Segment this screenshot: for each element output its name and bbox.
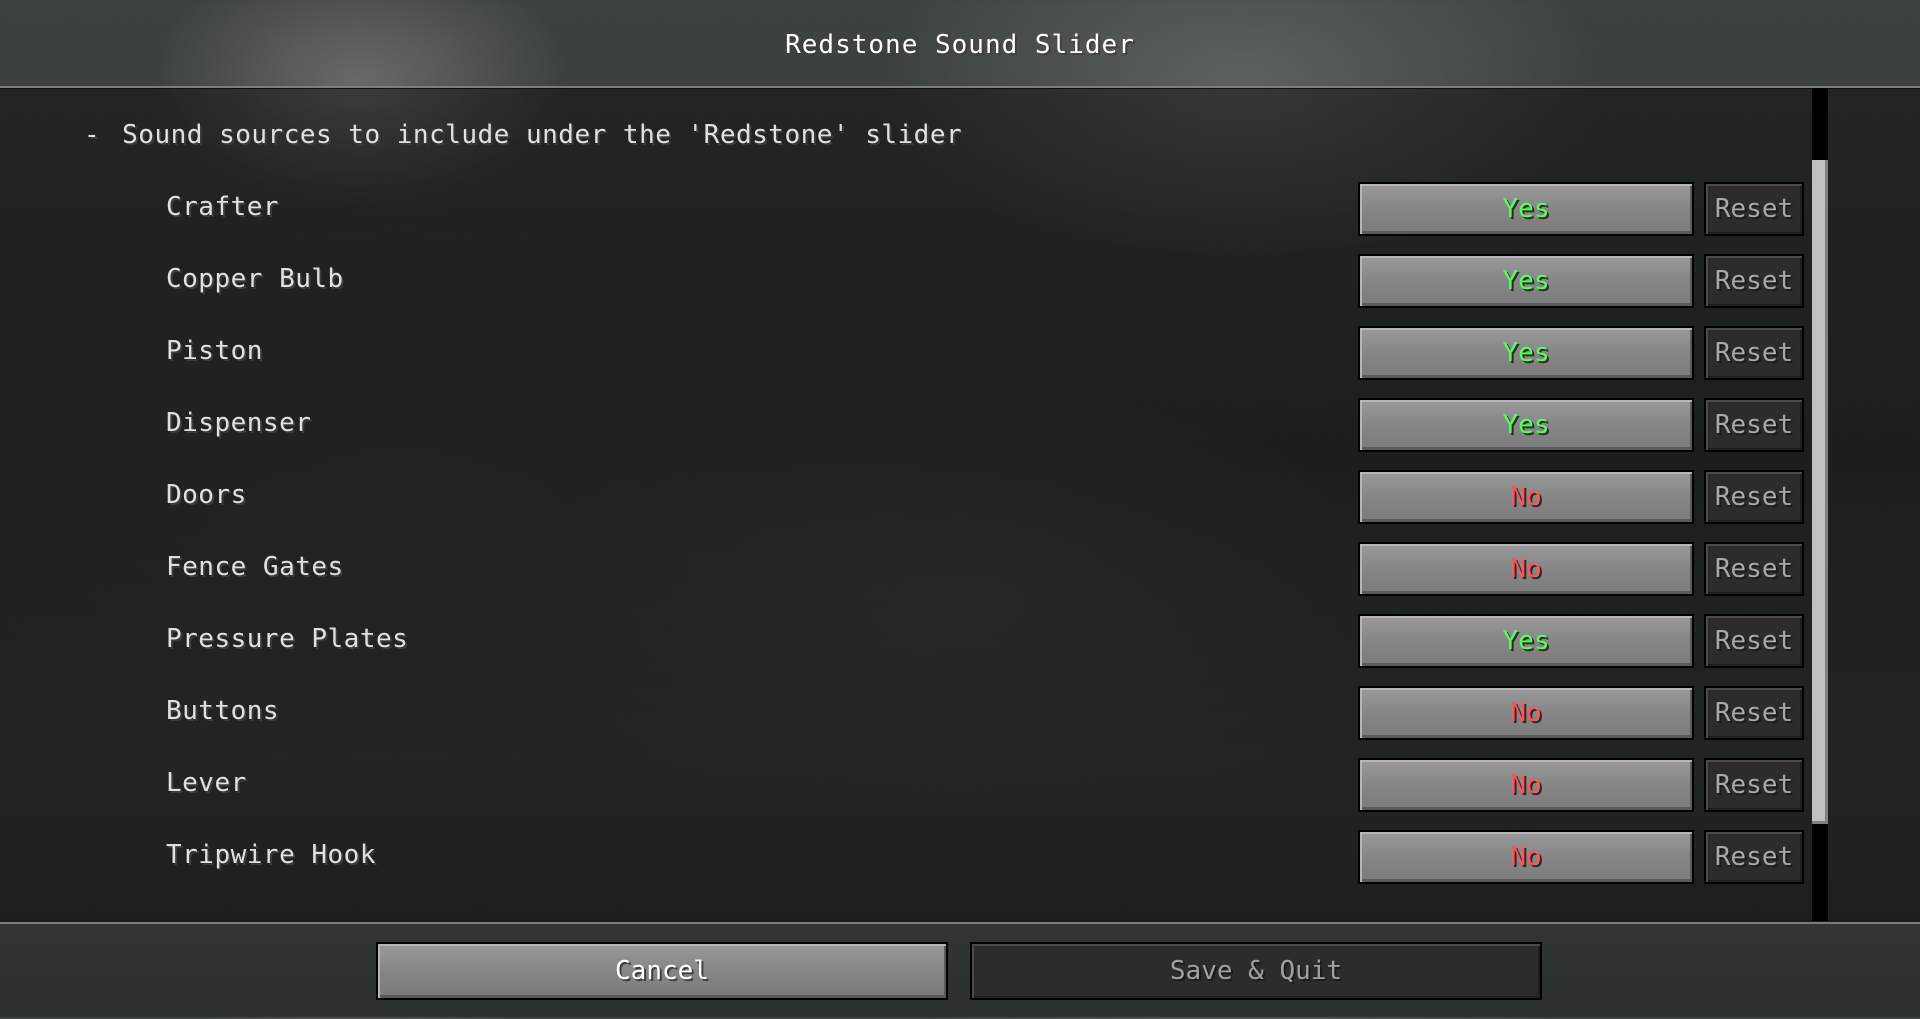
collapse-icon[interactable]: -	[84, 120, 100, 150]
toggle-button-pressure-plates[interactable]: Yes	[1358, 614, 1694, 668]
option-label: Copper Bulb	[166, 264, 344, 294]
toggle-button-crafter[interactable]: Yes	[1358, 182, 1694, 236]
option-label: Doors	[166, 480, 247, 510]
toggle-button-piston[interactable]: Yes	[1358, 326, 1694, 380]
option-label: Buttons	[166, 696, 280, 726]
title-bar: Redstone Sound Slider	[0, 0, 1920, 88]
reset-button-lever[interactable]: Reset	[1704, 758, 1804, 812]
option-row-dispenser: Dispenser Yes Reset	[0, 398, 1810, 458]
reset-button-doors[interactable]: Reset	[1704, 470, 1804, 524]
toggle-button-dispenser[interactable]: Yes	[1358, 398, 1694, 452]
option-label: Piston	[166, 336, 263, 366]
scrollbar[interactable]	[1812, 88, 1828, 922]
option-label: Tripwire Hook	[166, 840, 376, 870]
reset-button-copper-bulb[interactable]: Reset	[1704, 254, 1804, 308]
option-row-lever: Lever No Reset	[0, 758, 1810, 818]
option-row-piston: Piston Yes Reset	[0, 326, 1810, 386]
option-label: Fence Gates	[166, 552, 344, 582]
reset-button-fence-gates[interactable]: Reset	[1704, 542, 1804, 596]
option-row-fence-gates: Fence Gates No Reset	[0, 542, 1810, 602]
option-row-pressure-plates: Pressure Plates Yes Reset	[0, 614, 1810, 674]
toggle-button-doors[interactable]: No	[1358, 470, 1694, 524]
options-list: - Sound sources to include under the 'Red…	[0, 88, 1920, 922]
toggle-button-buttons[interactable]: No	[1358, 686, 1694, 740]
option-row-doors: Doors No Reset	[0, 470, 1810, 530]
section-header[interactable]: - Sound sources to include under the 'Red…	[84, 120, 962, 150]
option-label: Lever	[166, 768, 247, 798]
cancel-button[interactable]: Cancel	[376, 942, 948, 1000]
page-title: Redstone Sound Slider	[785, 30, 1135, 60]
reset-button-pressure-plates[interactable]: Reset	[1704, 614, 1804, 668]
reset-button-crafter[interactable]: Reset	[1704, 182, 1804, 236]
footer-bar: Cancel Save & Quit	[0, 922, 1920, 1019]
toggle-button-fence-gates[interactable]: No	[1358, 542, 1694, 596]
reset-button-dispenser[interactable]: Reset	[1704, 398, 1804, 452]
section-label: Sound sources to include under the 'Reds…	[122, 120, 963, 150]
option-row-tripwire-hook: Tripwire Hook No Reset	[0, 830, 1810, 890]
toggle-button-lever[interactable]: No	[1358, 758, 1694, 812]
scrollbar-thumb[interactable]	[1812, 160, 1828, 824]
reset-button-buttons[interactable]: Reset	[1704, 686, 1804, 740]
option-label: Pressure Plates	[166, 624, 409, 654]
reset-button-tripwire-hook[interactable]: Reset	[1704, 830, 1804, 884]
save-quit-button[interactable]: Save & Quit	[970, 942, 1542, 1000]
toggle-button-copper-bulb[interactable]: Yes	[1358, 254, 1694, 308]
toggle-button-tripwire-hook[interactable]: No	[1358, 830, 1694, 884]
option-label: Dispenser	[166, 408, 312, 438]
reset-button-piston[interactable]: Reset	[1704, 326, 1804, 380]
option-row-copper-bulb: Copper Bulb Yes Reset	[0, 254, 1810, 314]
option-row-buttons: Buttons No Reset	[0, 686, 1810, 746]
option-row-crafter: Crafter Yes Reset	[0, 182, 1810, 242]
option-label: Crafter	[166, 192, 280, 222]
